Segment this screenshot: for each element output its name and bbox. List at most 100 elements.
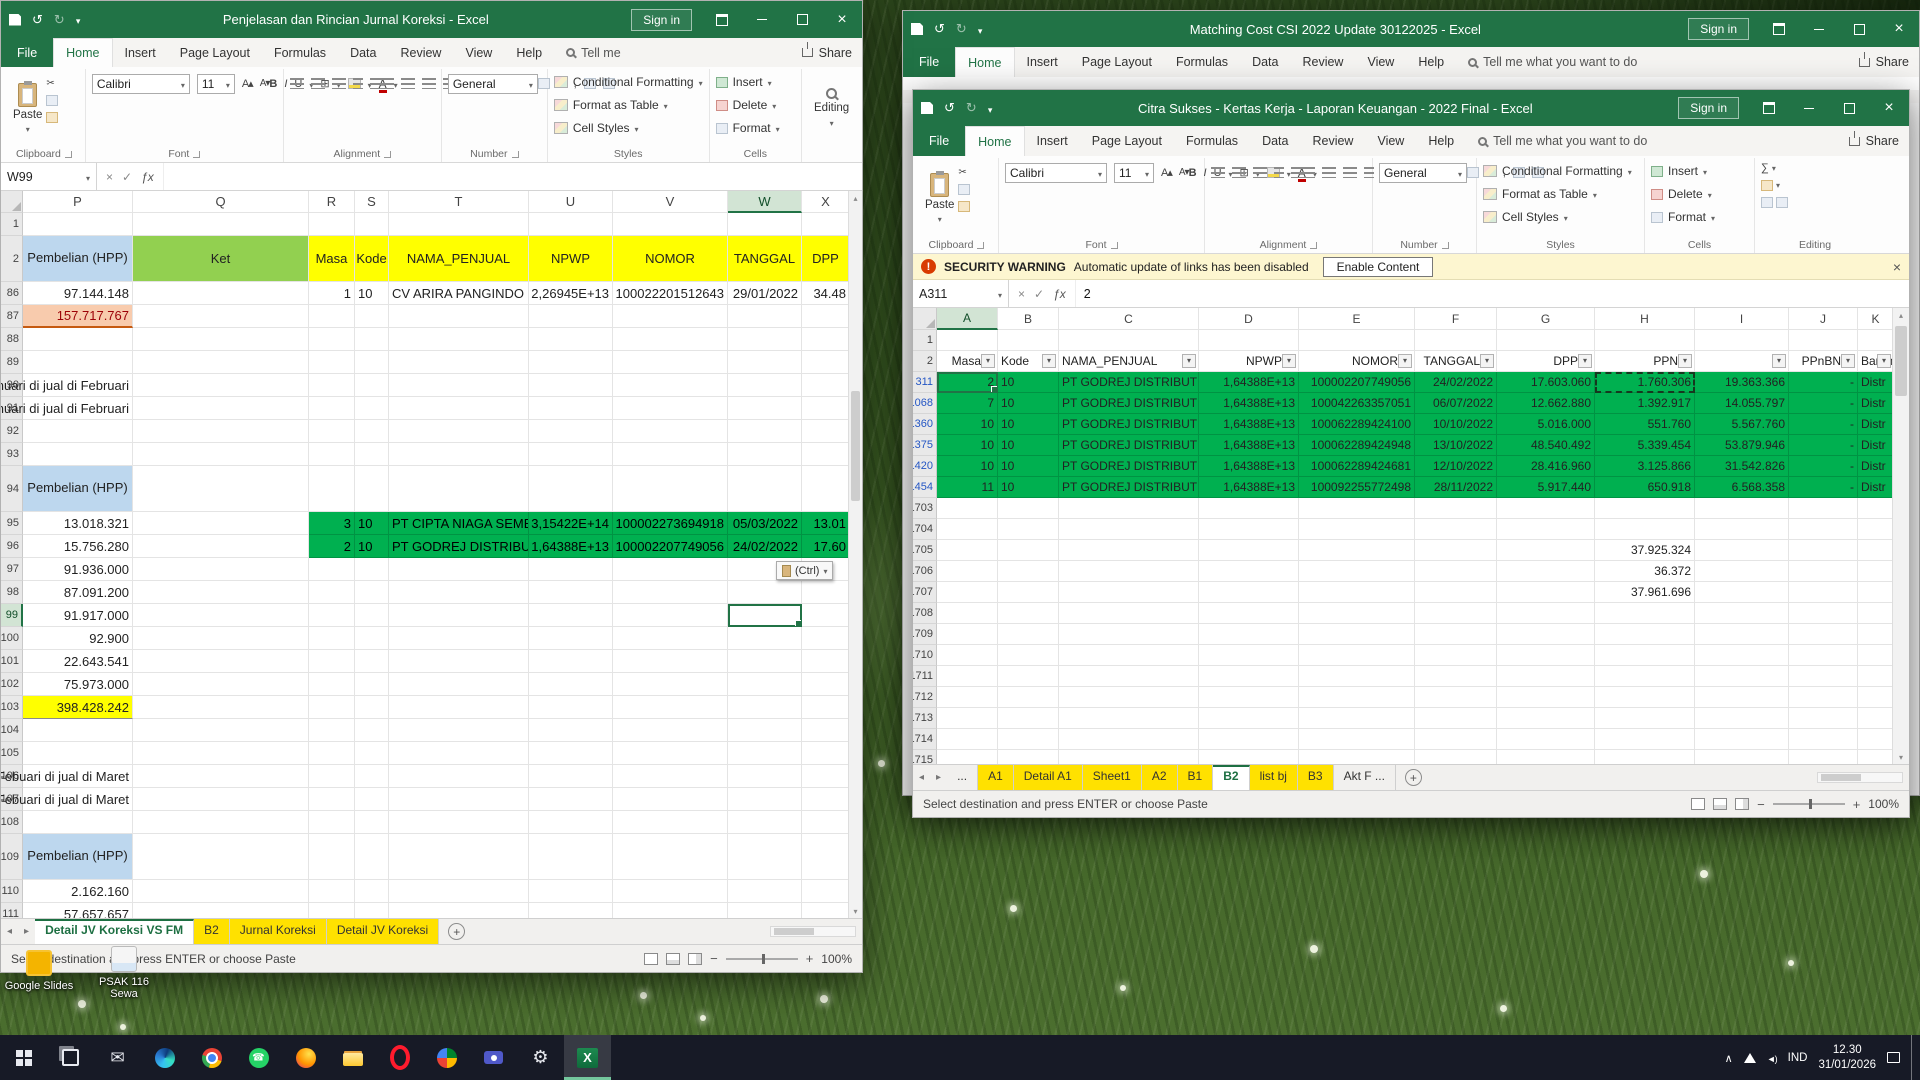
clock[interactable]: 12.30 31/01/2026 xyxy=(1818,1043,1876,1073)
cell-G1710[interactable] xyxy=(1497,645,1595,666)
cell-E1704[interactable] xyxy=(1299,519,1415,540)
cell-Q90[interactable] xyxy=(133,374,309,397)
cell-G2[interactable]: DPP xyxy=(1497,351,1595,372)
cell-D1709[interactable] xyxy=(1199,624,1299,645)
tell-me-box[interactable]: Tell me xyxy=(566,46,621,60)
cell-S97[interactable] xyxy=(355,558,389,581)
cell-D1712[interactable] xyxy=(1199,687,1299,708)
orientation-icon[interactable] xyxy=(1274,167,1284,178)
ribbon-options-icon[interactable] xyxy=(702,1,742,38)
row-header-1375[interactable]: 1375 xyxy=(913,435,937,456)
maximize-button[interactable] xyxy=(1829,90,1869,126)
cell-K311[interactable]: Distr xyxy=(1858,372,1894,393)
zoom-in-icon[interactable] xyxy=(1853,797,1861,812)
cell-X1[interactable] xyxy=(802,213,850,236)
cell-Q88[interactable] xyxy=(133,328,309,351)
zoom-slider[interactable] xyxy=(1773,803,1845,805)
title-bar[interactable]: Citra Sukses - Kertas Kerja - Laporan Ke… xyxy=(913,90,1909,126)
cell-S87[interactable] xyxy=(355,305,389,328)
sheet-tab-b2[interactable]: B2 xyxy=(194,919,230,944)
cell-W94[interactable] xyxy=(728,466,802,512)
cell-H1420[interactable]: 3.125.866 xyxy=(1595,456,1695,477)
row-header-1710[interactable]: 1710 xyxy=(913,645,937,666)
cell-T86[interactable]: CV ARIRA PANGINDO xyxy=(389,282,529,305)
cell-S93[interactable] xyxy=(355,443,389,466)
cell-K1375[interactable]: Distr xyxy=(1858,435,1894,456)
cell-D1705[interactable] xyxy=(1199,540,1299,561)
number-format-select[interactable]: General xyxy=(1379,163,1467,183)
align-middle-icon[interactable] xyxy=(1232,167,1246,178)
cell-T87[interactable] xyxy=(389,305,529,328)
column-header-F[interactable]: F xyxy=(1415,308,1497,330)
start-icon[interactable] xyxy=(0,1035,47,1080)
cell-P107[interactable]: StokTersedia di Febuari di jual di Maret xyxy=(23,788,133,811)
cell-R102[interactable] xyxy=(309,673,355,696)
cell-G1420[interactable]: 28.416.960 xyxy=(1497,456,1595,477)
cell-B1707[interactable] xyxy=(998,582,1059,603)
redo-icon[interactable] xyxy=(956,21,967,37)
cell-S92[interactable] xyxy=(355,420,389,443)
cell-E1705[interactable] xyxy=(1299,540,1415,561)
cell-P110[interactable]: 2.162.160 xyxy=(23,880,133,903)
new-sheet-button[interactable] xyxy=(448,923,465,940)
row-header-1709[interactable]: 1709 xyxy=(913,624,937,645)
select-all-corner[interactable] xyxy=(1,191,23,213)
row-header-1713[interactable]: 1713 xyxy=(913,708,937,729)
cell-W92[interactable] xyxy=(728,420,802,443)
cell-W1[interactable] xyxy=(728,213,802,236)
cell-X91[interactable] xyxy=(802,397,850,420)
cell-I1[interactable] xyxy=(1695,330,1789,351)
cell-S104[interactable] xyxy=(355,719,389,742)
cell-R109[interactable] xyxy=(309,834,355,880)
cell-F2[interactable]: TANGGAL xyxy=(1415,351,1497,372)
cell-V101[interactable] xyxy=(613,650,728,673)
share-button[interactable]: Share xyxy=(1849,134,1899,148)
normal-view-icon[interactable] xyxy=(644,953,658,965)
cell-Q91[interactable] xyxy=(133,397,309,420)
font-size-select[interactable]: 11 xyxy=(197,74,235,94)
edge-icon[interactable] xyxy=(141,1035,188,1080)
cell-C1710[interactable] xyxy=(1059,645,1199,666)
vertical-scrollbar[interactable]: ▴ ▾ xyxy=(848,191,862,918)
cell-U90[interactable] xyxy=(529,374,613,397)
cell-V99[interactable] xyxy=(613,604,728,627)
format-painter-icon[interactable] xyxy=(46,112,58,123)
cell-J1[interactable] xyxy=(1789,330,1858,351)
cell-I1713[interactable] xyxy=(1695,708,1789,729)
cell-A1705[interactable] xyxy=(937,540,998,561)
cell-I1703[interactable] xyxy=(1695,498,1789,519)
cell-E1713[interactable] xyxy=(1299,708,1415,729)
cell-S90[interactable] xyxy=(355,374,389,397)
copy-icon[interactable] xyxy=(958,184,970,195)
row-header-88[interactable]: 88 xyxy=(1,328,23,351)
menu-tab-home[interactable]: Home xyxy=(53,38,112,67)
name-box[interactable]: A311 xyxy=(913,280,1009,307)
normal-view-icon[interactable] xyxy=(1691,798,1705,810)
cell-X86[interactable]: 34.48 xyxy=(802,282,850,305)
cell-D1068[interactable]: 1,64388E+13 xyxy=(1199,393,1299,414)
row-header-1454[interactable]: 1454 xyxy=(913,477,937,498)
cell-F311[interactable]: 24/02/2022 xyxy=(1415,372,1497,393)
cell-I1711[interactable] xyxy=(1695,666,1789,687)
excel-icon[interactable] xyxy=(564,1035,611,1080)
notification-icon[interactable] xyxy=(1887,1052,1900,1063)
cell-F1712[interactable] xyxy=(1415,687,1497,708)
cell-I1360[interactable]: 5.567.760 xyxy=(1695,414,1789,435)
cell-R93[interactable] xyxy=(309,443,355,466)
cell-P108[interactable] xyxy=(23,811,133,834)
cell-V1[interactable] xyxy=(613,213,728,236)
cell-J1703[interactable] xyxy=(1789,498,1858,519)
sheet-next-icon[interactable] xyxy=(18,926,35,937)
cell-U102[interactable] xyxy=(529,673,613,696)
cell-A1707[interactable] xyxy=(937,582,998,603)
cell-U111[interactable] xyxy=(529,903,613,918)
cell-V108[interactable] xyxy=(613,811,728,834)
cell-E1420[interactable]: 100062289424681 xyxy=(1299,456,1415,477)
menu-tab-page-layout[interactable]: Page Layout xyxy=(1070,47,1164,77)
cell-W86[interactable]: 29/01/2022 xyxy=(728,282,802,305)
cell-K1707[interactable] xyxy=(1858,582,1894,603)
cell-K1715[interactable] xyxy=(1858,750,1894,764)
cell-Q106[interactable] xyxy=(133,765,309,788)
cell-F1713[interactable] xyxy=(1415,708,1497,729)
cell-styles-button[interactable]: Cell Styles xyxy=(554,118,703,138)
